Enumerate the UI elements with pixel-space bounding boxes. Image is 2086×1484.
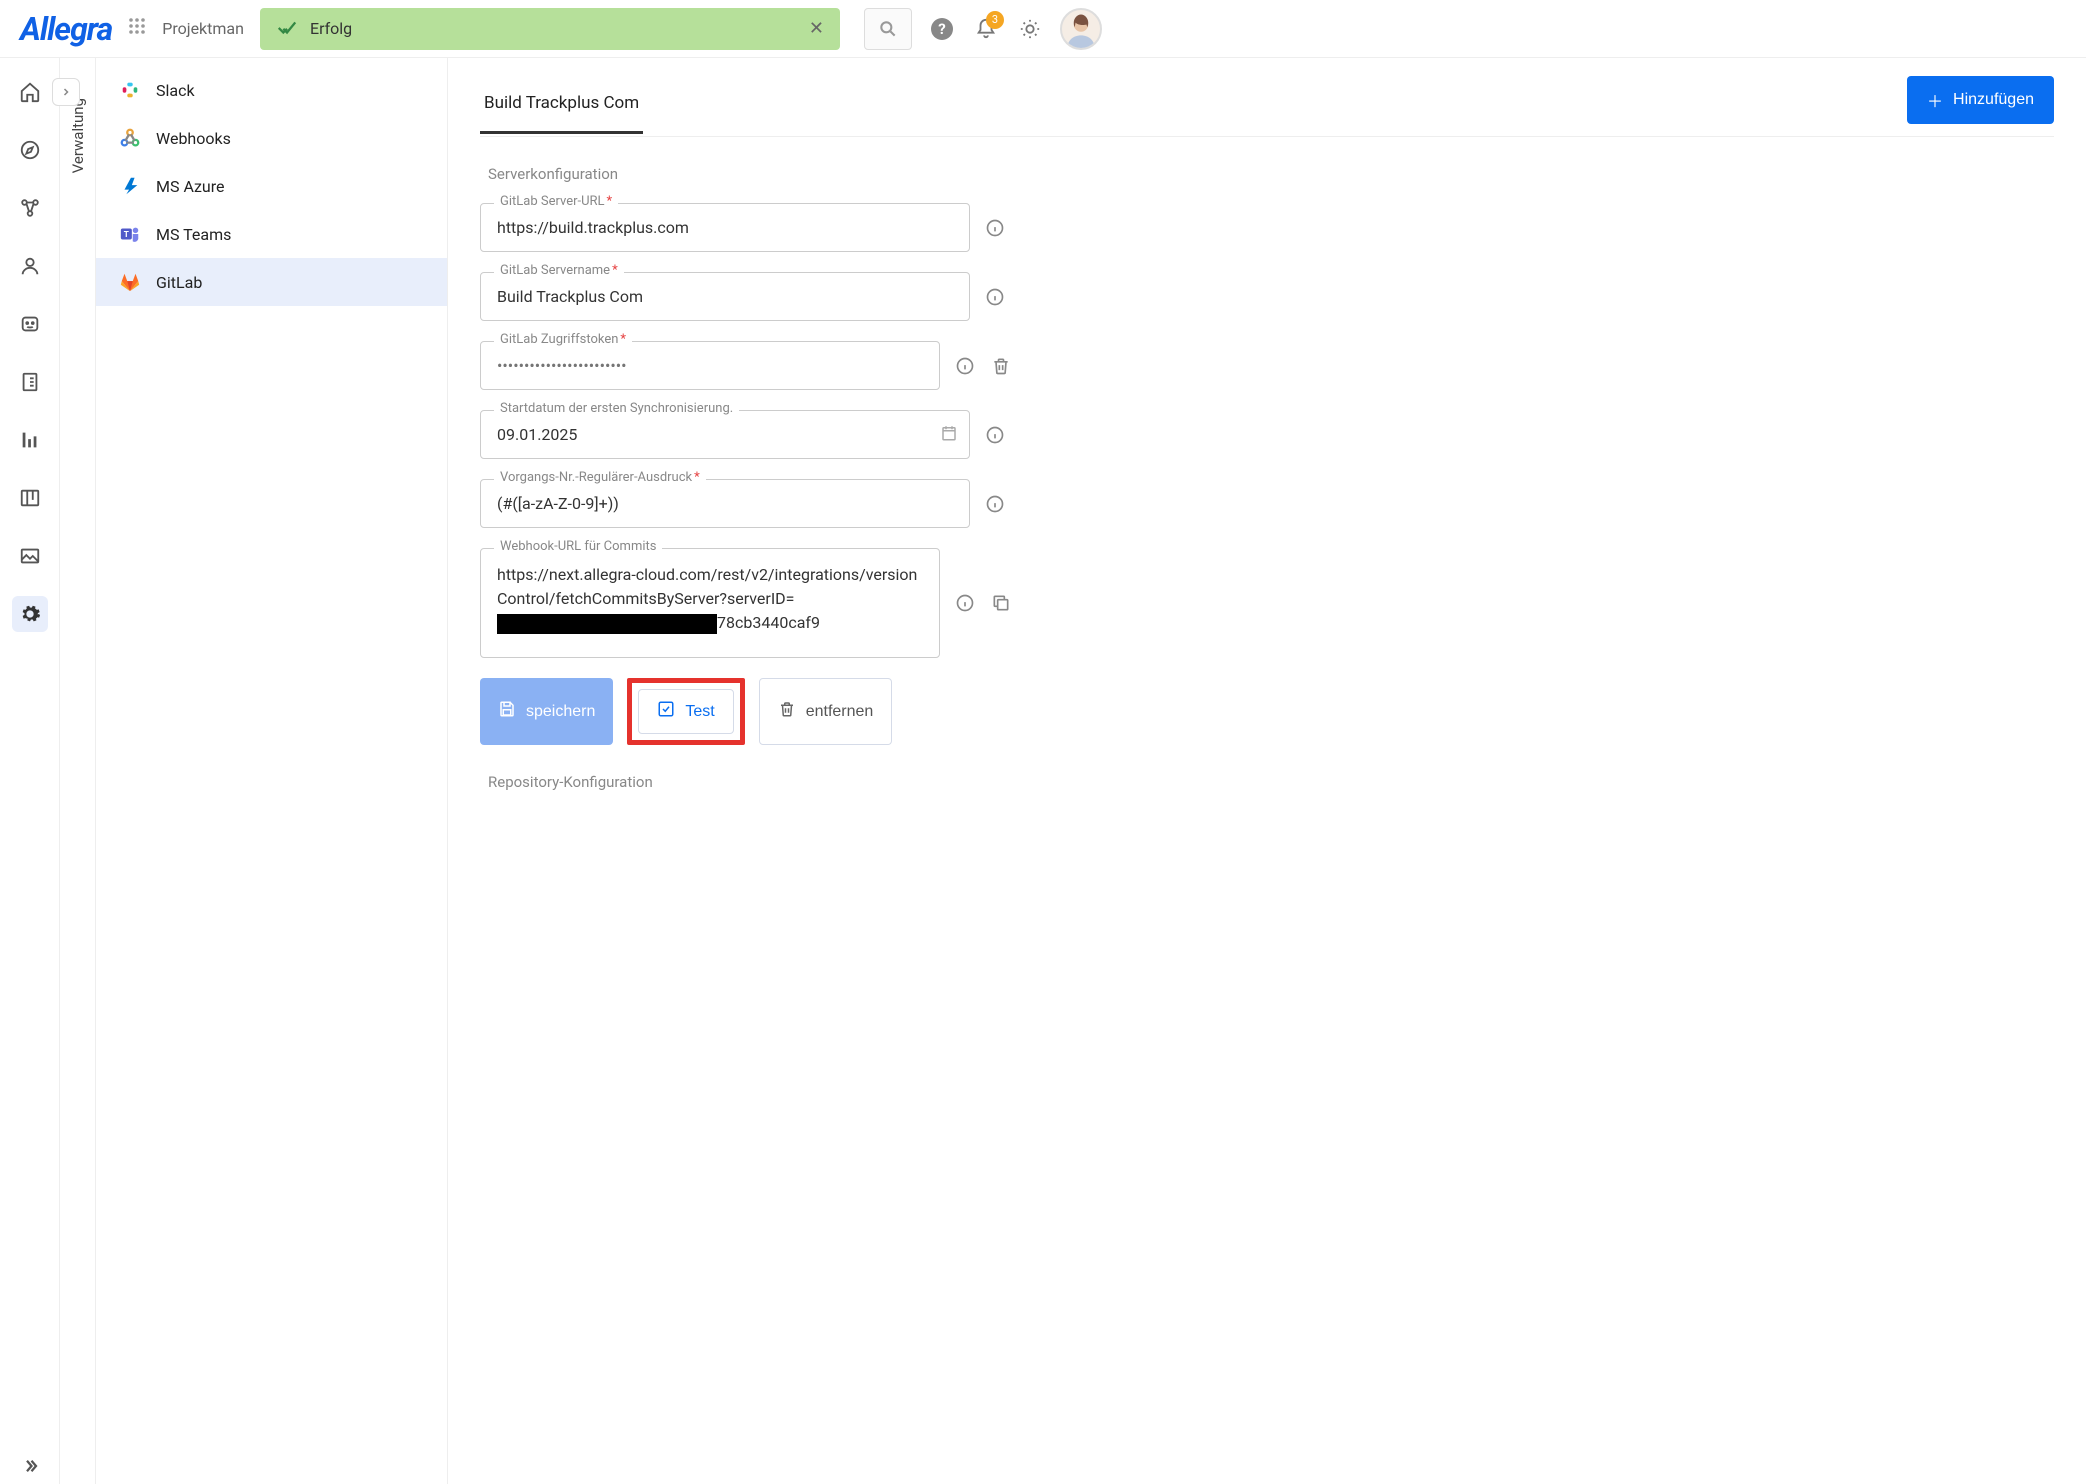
action-buttons: speichern Test entfernen xyxy=(480,678,2054,745)
sidebar-item-webhooks[interactable]: Webhooks xyxy=(96,114,447,162)
sidebar-item-label: MS Teams xyxy=(156,225,231,244)
toast-text: Erfolg xyxy=(310,19,797,38)
integrations-list: Slack Webhooks MS Azure T MS Teams GitLa… xyxy=(96,58,448,1484)
content: Build Trackplus Com ＋ Hinzufügen Serverk… xyxy=(448,58,2086,1484)
rail-compass-icon[interactable] xyxy=(12,132,48,168)
info-icon[interactable] xyxy=(984,493,1006,515)
trash-icon[interactable] xyxy=(990,355,1012,377)
close-icon[interactable]: ✕ xyxy=(809,18,824,39)
info-icon[interactable] xyxy=(984,217,1006,239)
sidebar-item-label: Slack xyxy=(156,81,195,100)
azure-icon xyxy=(118,174,142,198)
rail-chart-icon[interactable] xyxy=(12,422,48,458)
token-input[interactable] xyxy=(480,341,940,390)
rail-settings-icon[interactable] xyxy=(12,596,48,632)
sidebar-item-azure[interactable]: MS Azure xyxy=(96,162,447,210)
trash-icon xyxy=(778,700,796,723)
sidebar-item-label: GitLab xyxy=(156,273,202,292)
rail-kanban-icon[interactable] xyxy=(12,480,48,516)
regex-input[interactable] xyxy=(480,479,970,528)
field-label: GitLab Servername xyxy=(494,263,624,278)
server-name-input[interactable] xyxy=(480,272,970,321)
rail-home-icon[interactable] xyxy=(12,74,48,110)
tab-row: Build Trackplus Com ＋ Hinzufügen xyxy=(480,76,2054,137)
theme-icon[interactable] xyxy=(1016,15,1044,43)
sync-date-input[interactable] xyxy=(480,410,970,459)
search-button[interactable] xyxy=(864,8,912,50)
rail-masks-icon[interactable] xyxy=(12,306,48,342)
sidebar-item-gitlab[interactable]: GitLab xyxy=(96,258,447,306)
apps-grid-icon[interactable] xyxy=(128,17,146,40)
svg-text:T: T xyxy=(124,230,129,240)
section-label-repo: Repository-Konfiguration xyxy=(488,773,2054,791)
rail-person-icon[interactable] xyxy=(12,248,48,284)
info-icon[interactable] xyxy=(954,592,976,614)
webhook-url-display: https://next.allegra-cloud.com/rest/v2/i… xyxy=(480,548,940,658)
check-icon xyxy=(276,16,298,42)
rail-image-icon[interactable] xyxy=(12,538,48,574)
gitlab-icon xyxy=(118,270,142,294)
info-icon[interactable] xyxy=(954,355,976,377)
section-label-server: Serverkonfiguration xyxy=(488,165,2054,183)
save-icon xyxy=(498,700,516,723)
rail-nodes-icon[interactable] xyxy=(12,190,48,226)
save-button[interactable]: speichern xyxy=(480,678,613,745)
plus-icon: ＋ xyxy=(1927,88,1943,112)
delete-button[interactable]: entfernen xyxy=(759,678,893,745)
main: Verwaltung Slack Webhooks MS Azure T MS … xyxy=(0,58,2086,1484)
field-label: Vorgangs-Nr.-Regulärer-Ausdruck xyxy=(494,470,706,485)
field-label: Startdatum der ersten Synchronisierung. xyxy=(494,401,739,416)
test-button[interactable]: Test xyxy=(638,689,733,734)
bell-icon[interactable]: 3 xyxy=(972,15,1000,43)
info-icon[interactable] xyxy=(984,286,1006,308)
expand-sidebar-button[interactable] xyxy=(52,78,80,106)
avatar[interactable] xyxy=(1060,8,1102,50)
sidebar-item-slack[interactable]: Slack xyxy=(96,66,447,114)
sidebar-item-teams[interactable]: T MS Teams xyxy=(96,210,447,258)
rail-doc-icon[interactable] xyxy=(12,364,48,400)
redacted-block xyxy=(497,614,717,634)
verwaltung-label: Verwaltung xyxy=(69,98,87,173)
slack-icon xyxy=(118,78,142,102)
project-label: Projektman xyxy=(162,19,244,38)
add-button[interactable]: ＋ Hinzufügen xyxy=(1907,76,2054,124)
field-label: GitLab Zugriffstoken xyxy=(494,332,632,347)
copy-icon[interactable] xyxy=(990,592,1012,614)
rail-expand-icon[interactable] xyxy=(12,1448,48,1484)
sidebar-item-label: Webhooks xyxy=(156,129,231,148)
notification-badge: 3 xyxy=(986,11,1004,29)
topbar: Allegra Projektman Erfolg ✕ ? 3 xyxy=(0,0,2086,58)
sidebar-item-label: MS Azure xyxy=(156,177,224,196)
verwaltung-panel: Verwaltung xyxy=(60,58,96,1484)
teams-icon: T xyxy=(118,222,142,246)
tab-active[interactable]: Build Trackplus Com xyxy=(480,79,643,134)
field-label: GitLab Server-URL xyxy=(494,194,618,209)
webhooks-icon xyxy=(118,126,142,150)
test-highlight: Test xyxy=(627,678,744,745)
svg-text:?: ? xyxy=(938,20,945,38)
success-toast: Erfolg ✕ xyxy=(260,8,840,50)
logo: Allegra xyxy=(20,10,112,48)
server-url-input[interactable] xyxy=(480,203,970,252)
info-icon[interactable] xyxy=(984,424,1006,446)
field-label: Webhook-URL für Commits xyxy=(494,539,662,554)
check-icon xyxy=(657,700,675,723)
nav-rail xyxy=(0,58,60,1484)
help-icon[interactable]: ? xyxy=(928,15,956,43)
